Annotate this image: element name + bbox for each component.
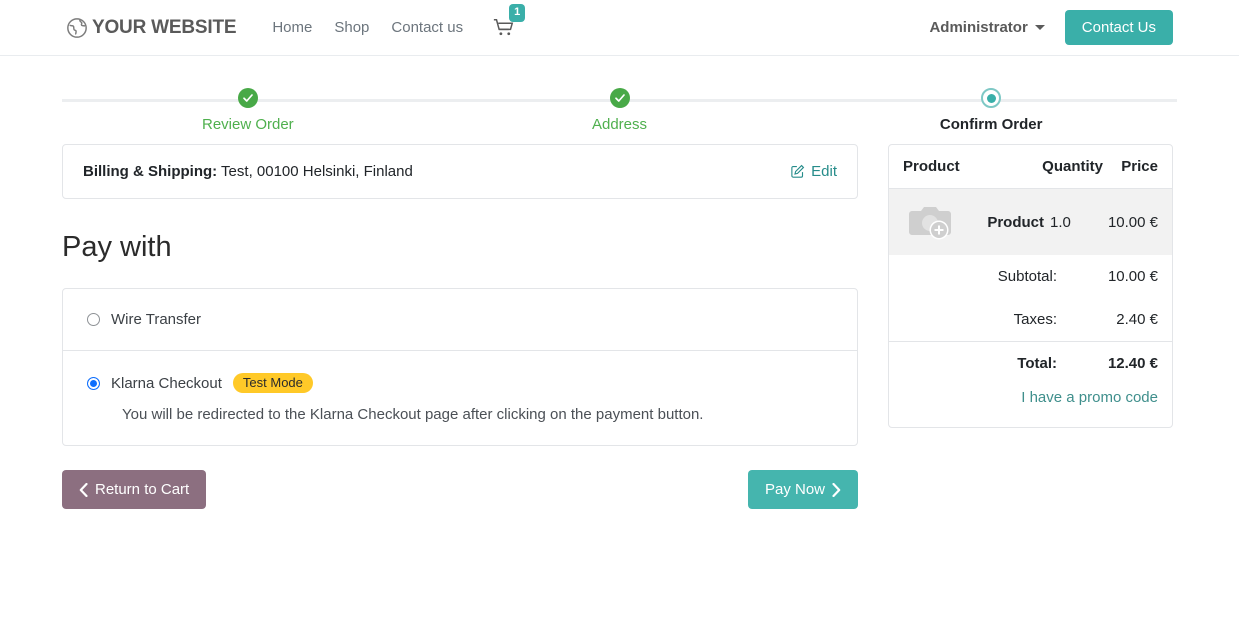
step-current-dot bbox=[986, 93, 996, 103]
brand-logo[interactable]: YOUR WEBSITE bbox=[66, 16, 237, 39]
subtotal-row: Subtotal: 10.00 € bbox=[889, 255, 1172, 298]
pay-with-heading: Pay with bbox=[62, 231, 172, 263]
payment-method-header: Klarna Checkout Test Mode bbox=[87, 373, 833, 393]
payment-method-wire-transfer[interactable]: Wire Transfer bbox=[63, 289, 857, 350]
radio-klarna-checkout[interactable] bbox=[87, 376, 100, 390]
checkout-stepper: Review Order Address Confirm Order bbox=[62, 88, 1177, 144]
total-value: 12.40 € bbox=[1107, 355, 1158, 372]
pay-now-label: Pay Now bbox=[764, 481, 825, 498]
step-label-review-order: Review Order bbox=[201, 116, 294, 133]
brand-name: YOUR WEBSITE bbox=[92, 16, 237, 38]
header-right: Administrator Contact Us bbox=[929, 10, 1173, 45]
billing-shipping-label: Billing & Shipping: bbox=[83, 163, 218, 180]
promo-code-row: I have a promo code bbox=[889, 385, 1172, 427]
contact-us-button[interactable]: Contact Us bbox=[1064, 10, 1173, 45]
payment-method-header: Wire Transfer bbox=[87, 311, 833, 328]
step-status-current-icon bbox=[981, 88, 1002, 108]
nav-item-shop[interactable]: Shop bbox=[334, 19, 369, 36]
total-label: Total: bbox=[1017, 355, 1057, 372]
page-body: Review Order Address Confirm Order Billi… bbox=[0, 88, 1239, 509]
nav-item-contact-us[interactable]: Contact us bbox=[391, 19, 463, 36]
order-line-item-price: 10.00 € bbox=[1107, 213, 1158, 231]
main-nav: Home Shop Contact us bbox=[272, 19, 463, 36]
pay-now-button[interactable]: Pay Now bbox=[747, 470, 858, 509]
return-to-cart-label: Return to Cart bbox=[95, 481, 190, 498]
payment-method-description: You will be redirected to the Klarna Che… bbox=[122, 406, 704, 423]
column-header-quantity: Quantity bbox=[1042, 158, 1103, 175]
step-label-address: Address bbox=[591, 116, 648, 133]
edit-address-label: Edit bbox=[811, 163, 837, 180]
payment-method-label-wire-transfer: Wire Transfer bbox=[111, 311, 202, 328]
billing-shipping-address: Test, 00100 Helsinki, Finland bbox=[217, 163, 413, 180]
billing-shipping-card: Billing & Shipping: Test, 00100 Helsinki… bbox=[62, 144, 858, 199]
order-summary-card: Product Quantity Price Product 1.0 10.00… bbox=[888, 144, 1173, 428]
site-header: YOUR WEBSITE Home Shop Contact us 1 Admi… bbox=[0, 0, 1239, 56]
total-row: Total: 12.40 € bbox=[889, 341, 1172, 385]
chevron-left-icon bbox=[79, 482, 88, 497]
billing-shipping-text: Billing & Shipping: Test, 00100 Helsinki… bbox=[83, 163, 413, 180]
payment-method-label-klarna-checkout: Klarna Checkout bbox=[111, 374, 222, 392]
image-placeholder-icon bbox=[903, 201, 959, 243]
checkout-main: Billing & Shipping: Test, 00100 Helsinki… bbox=[62, 144, 858, 509]
step-confirm-order[interactable]: Confirm Order bbox=[805, 88, 1177, 144]
chevron-down-icon bbox=[1034, 25, 1045, 30]
pencil-square-icon bbox=[790, 164, 805, 179]
order-summary-header-row: Product Quantity Price bbox=[889, 145, 1172, 189]
checkout-layout: Billing & Shipping: Test, 00100 Helsinki… bbox=[62, 144, 1177, 509]
step-status-check-icon bbox=[237, 88, 258, 108]
edit-address-link[interactable]: Edit bbox=[790, 163, 837, 180]
user-menu-label: Administrator bbox=[929, 19, 1028, 36]
taxes-row: Taxes: 2.40 € bbox=[889, 298, 1172, 341]
order-line-item: Product 1.0 10.00 € bbox=[889, 189, 1172, 255]
column-header-product: Product bbox=[903, 158, 960, 175]
chevron-right-icon bbox=[832, 482, 841, 497]
subtotal-value: 10.00 € bbox=[1107, 268, 1158, 285]
subtotal-label: Subtotal: bbox=[997, 268, 1057, 285]
step-label-confirm-order: Confirm Order bbox=[939, 116, 1043, 133]
user-menu[interactable]: Administrator bbox=[929, 19, 1045, 36]
cart-count-badge: 1 bbox=[509, 3, 526, 22]
checkout-actions: Return to Cart Pay Now bbox=[62, 470, 858, 509]
taxes-value: 2.40 € bbox=[1116, 311, 1158, 328]
globe-icon bbox=[66, 17, 88, 39]
nav-item-home[interactable]: Home bbox=[272, 19, 312, 36]
payment-methods-list: Wire Transfer Klarna Checkout Test Mode … bbox=[62, 288, 858, 446]
radio-wire-transfer[interactable] bbox=[87, 313, 100, 326]
column-header-price: Price bbox=[1121, 158, 1158, 175]
order-summary-panel: Product Quantity Price Product 1.0 10.00… bbox=[888, 144, 1173, 428]
return-to-cart-button[interactable]: Return to Cart bbox=[62, 470, 207, 509]
test-mode-badge: Test Mode bbox=[232, 373, 313, 393]
step-address[interactable]: Address bbox=[434, 88, 806, 144]
payment-method-klarna-checkout[interactable]: Klarna Checkout Test Mode You will be re… bbox=[63, 350, 857, 445]
promo-code-link[interactable]: I have a promo code bbox=[1021, 389, 1158, 406]
step-review-order[interactable]: Review Order bbox=[62, 88, 434, 144]
cart-button[interactable]: 1 bbox=[493, 3, 526, 43]
order-line-item-quantity: 1.0 bbox=[1050, 213, 1071, 231]
taxes-label: Taxes: bbox=[1013, 311, 1057, 328]
order-line-item-name: Product bbox=[987, 213, 1044, 231]
step-status-check-icon bbox=[609, 88, 630, 108]
